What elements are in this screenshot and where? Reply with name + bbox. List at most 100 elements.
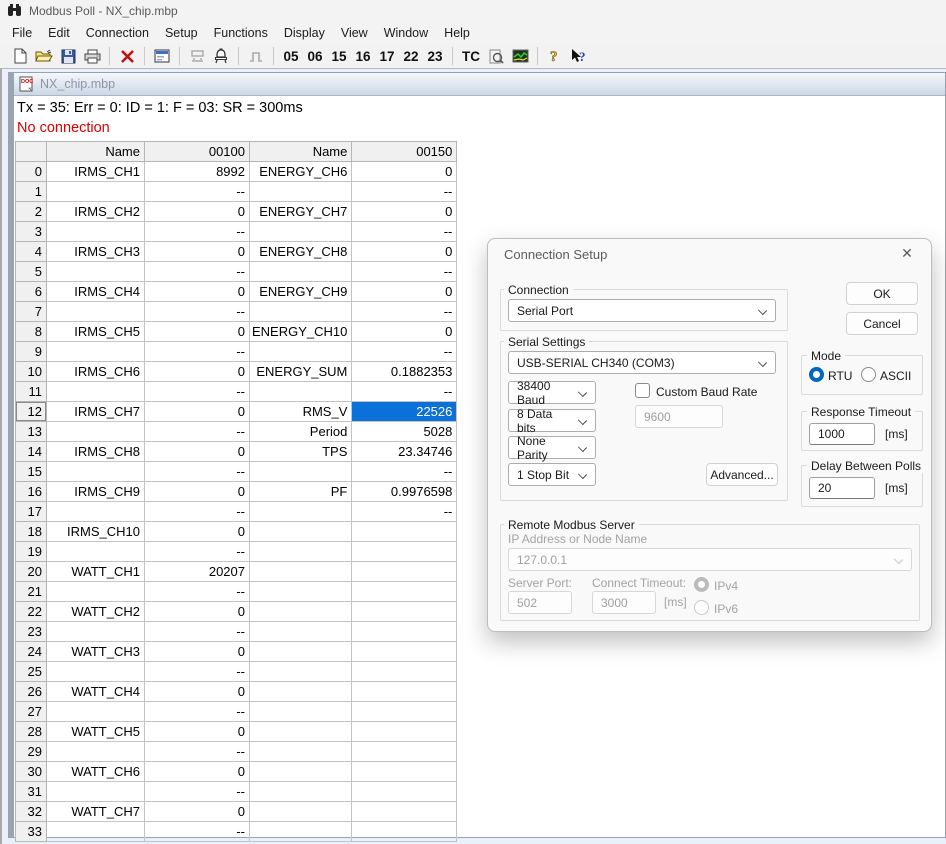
new-file-button[interactable] (9, 46, 31, 67)
ipv6-radio[interactable] (694, 600, 709, 615)
grid-cell[interactable]: IRMS_CH9 (47, 482, 145, 502)
grid-cell[interactable]: -- (145, 182, 250, 202)
grid-cell[interactable]: 0.1882353 (352, 362, 457, 382)
ascii-radio[interactable] (861, 367, 876, 382)
ipv6-radio-label[interactable]: IPv6 (714, 602, 738, 616)
connection-type-select[interactable]: Serial Port (508, 299, 776, 322)
grid-cell[interactable] (352, 642, 457, 662)
server-port-input[interactable]: 502 (508, 591, 572, 614)
grid-cell[interactable] (250, 782, 352, 802)
data-bits-select[interactable]: 8 Data bits (508, 409, 596, 432)
grid-cell[interactable]: 22526 (352, 402, 457, 422)
grid-cell[interactable]: WATT_CH4 (47, 682, 145, 702)
grid-cell[interactable]: 0 (145, 282, 250, 302)
custom-baud-input[interactable]: 9600 (635, 405, 723, 428)
grid-cell[interactable] (250, 502, 352, 522)
custom-baud-checkbox[interactable] (635, 383, 650, 398)
about-button[interactable]: ? (544, 46, 566, 67)
grid-cell[interactable]: 0 (352, 282, 457, 302)
grid-cell[interactable]: IRMS_CH3 (47, 242, 145, 262)
grid-cell[interactable] (47, 662, 145, 682)
grid-cell[interactable]: -- (145, 542, 250, 562)
save-button[interactable] (57, 46, 79, 67)
grid-cell[interactable]: 0 (352, 322, 457, 342)
menu-item-file[interactable]: File (4, 23, 40, 43)
delay-input[interactable]: 20 (809, 477, 875, 499)
grid-cell[interactable]: -- (145, 262, 250, 282)
grid-cell[interactable] (250, 382, 352, 402)
grid-cell[interactable]: -- (352, 222, 457, 242)
grid-cell[interactable] (47, 422, 145, 442)
grid-cell[interactable]: 0 (145, 682, 250, 702)
grid-cell[interactable]: IRMS_CH7 (47, 402, 145, 422)
grid-cell[interactable]: 0 (145, 642, 250, 662)
grid-cell[interactable] (47, 542, 145, 562)
ipv4-radio-label[interactable]: IPv4 (714, 579, 738, 593)
document-titlebar[interactable]: DOC NX_chip.mbp (14, 73, 945, 96)
grid-cell[interactable]: 8992 (145, 162, 250, 182)
grid-cell[interactable]: 0 (145, 762, 250, 782)
grid-cell[interactable]: 0 (145, 202, 250, 222)
grid-cell[interactable]: -- (145, 222, 250, 242)
grid-cell[interactable]: 0.9976598 (352, 482, 457, 502)
open-file-button[interactable] (33, 46, 55, 67)
read-write-definition-button[interactable] (151, 46, 173, 67)
grid-cell[interactable]: -- (352, 182, 457, 202)
grid-cell[interactable]: 0 (145, 362, 250, 382)
grid-cell[interactable]: -- (145, 422, 250, 442)
grid-cell[interactable] (47, 382, 145, 402)
grid-cell[interactable] (352, 822, 457, 842)
grid-cell[interactable]: -- (145, 582, 250, 602)
grid-cell[interactable] (250, 622, 352, 642)
grid-cell[interactable]: -- (352, 262, 457, 282)
grid-cell[interactable]: -- (145, 462, 250, 482)
grid-cell[interactable]: -- (352, 502, 457, 522)
baud-rate-select[interactable]: 38400 Baud (508, 381, 596, 404)
grid-cell[interactable] (352, 582, 457, 602)
func-17-button[interactable]: 17 (376, 46, 398, 67)
grid-cell[interactable] (47, 182, 145, 202)
grid-cell[interactable]: IRMS_CH10 (47, 522, 145, 542)
connect-timeout-input[interactable]: 3000 (592, 591, 656, 614)
func-05-button[interactable]: 05 (280, 46, 302, 67)
grid-cell[interactable] (250, 742, 352, 762)
grid-cell[interactable] (250, 222, 352, 242)
grid-cell[interactable] (47, 782, 145, 802)
grid-cell[interactable] (352, 522, 457, 542)
grid-cell[interactable] (250, 462, 352, 482)
grid-cell[interactable] (250, 582, 352, 602)
grid-cell[interactable]: IRMS_CH6 (47, 362, 145, 382)
grid-cell[interactable]: RMS_V (250, 402, 352, 422)
grid-cell[interactable] (47, 262, 145, 282)
grid-cell[interactable] (47, 622, 145, 642)
advanced-button[interactable]: Advanced... (706, 463, 778, 486)
grid-cell[interactable]: -- (145, 822, 250, 842)
grid-cell[interactable] (250, 542, 352, 562)
func-16-button[interactable]: 16 (352, 46, 374, 67)
grid-cell[interactable]: 0 (145, 242, 250, 262)
grid-cell[interactable]: WATT_CH3 (47, 642, 145, 662)
grid-cell[interactable]: 23.34746 (352, 442, 457, 462)
grid-cell[interactable]: 0 (352, 162, 457, 182)
grid-cell[interactable] (352, 702, 457, 722)
grid-cell[interactable] (352, 762, 457, 782)
menu-item-view[interactable]: View (333, 23, 376, 43)
grid-cell[interactable]: WATT_CH6 (47, 762, 145, 782)
grid-cell[interactable]: IRMS_CH4 (47, 282, 145, 302)
grid-cell[interactable] (250, 342, 352, 362)
rtu-radio[interactable] (809, 367, 824, 382)
grid-cell[interactable]: IRMS_CH2 (47, 202, 145, 222)
grid-cell[interactable]: 0 (145, 322, 250, 342)
grid-cell[interactable]: -- (352, 382, 457, 402)
disconnect-button[interactable] (116, 46, 138, 67)
grid-cell[interactable]: -- (145, 342, 250, 362)
grid-cell[interactable] (250, 722, 352, 742)
grid-cell[interactable] (47, 742, 145, 762)
func-23-button[interactable]: 23 (424, 46, 446, 67)
grid-cell[interactable] (352, 662, 457, 682)
grid-cell[interactable]: 0 (145, 482, 250, 502)
grid-cell[interactable] (352, 622, 457, 642)
grid-cell[interactable]: TPS (250, 442, 352, 462)
grid-cell[interactable] (352, 542, 457, 562)
grid-cell[interactable] (250, 662, 352, 682)
